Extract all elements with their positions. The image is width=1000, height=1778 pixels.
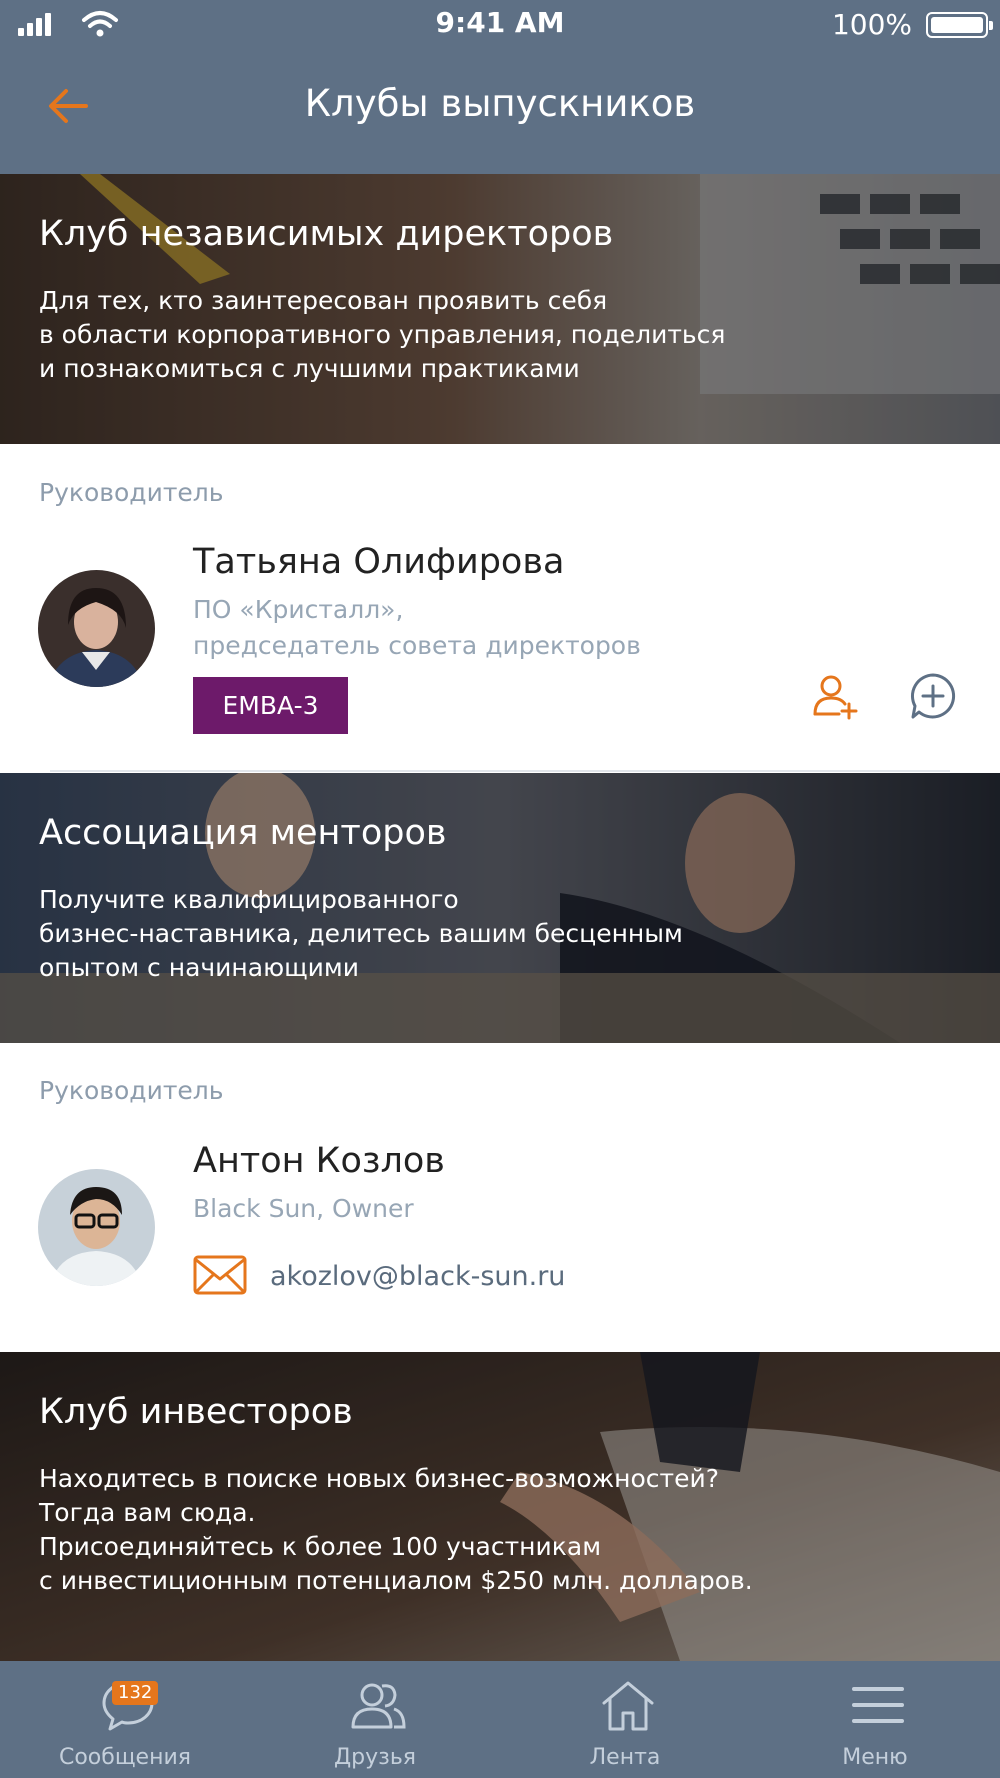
new-message-icon[interactable] [909, 672, 957, 720]
avatar[interactable] [38, 570, 155, 687]
battery-percent: 100% [831, 8, 912, 41]
tab-friends[interactable]: Друзья [250, 1661, 500, 1778]
hamburger-menu-icon [852, 1687, 904, 1723]
divider [50, 770, 950, 772]
tab-messages[interactable]: 132 Сообщения [0, 1661, 250, 1778]
add-friend-icon[interactable] [811, 672, 859, 720]
leader-email-link[interactable]: akozlov@black-sun.ru [270, 1261, 565, 1292]
club-banner-mentors[interactable]: Ассоциация менторов Получите квалифициро… [0, 773, 1000, 1043]
club-description: Для тех, кто заинтересован проявить себя… [39, 286, 726, 383]
avatar[interactable] [38, 1169, 155, 1286]
page-title: Клубы выпускников [304, 82, 696, 125]
email-icon [193, 1255, 247, 1295]
unread-count-badge: 132 [112, 1681, 159, 1705]
club-title: Клуб независимых директоров [39, 214, 614, 254]
club-banner-directors[interactable]: Клуб независимых директоров Для тех, кто… [0, 174, 1000, 444]
tab-feed[interactable]: Лента [500, 1661, 750, 1778]
battery-icon [926, 12, 993, 38]
leader-section-mentors: Руководитель Антон Козлов Black Sun, Own… [0, 1043, 1000, 1352]
top-bar: 9:41 AM 100% Клубы выпускников [0, 0, 1000, 174]
club-banner-investors[interactable]: Клуб инвесторов Находитесь в поиске новы… [0, 1352, 1000, 1661]
tab-label: Друзья [333, 1745, 417, 1770]
leader-section-directors: Руководитель Татьяна Олифирова ПО «Крист… [0, 444, 1000, 773]
leader-label: Руководитель [39, 478, 224, 507]
friends-icon [351, 1683, 406, 1729]
leader-name[interactable]: Татьяна Олифирова [193, 542, 564, 582]
tab-label: Меню [842, 1745, 908, 1770]
program-badge: EMBA-3 [193, 677, 348, 734]
club-description: Получите квалифицированного бизнес-наста… [39, 885, 683, 982]
leader-position: ПО «Кристалл», председатель совета дирек… [193, 595, 641, 660]
leader-label: Руководитель [39, 1076, 224, 1105]
club-title: Ассоциация менторов [39, 813, 447, 853]
bottom-tab-bar: 132 Сообщения Друзья Лента Меню [0, 1661, 1000, 1778]
leader-name[interactable]: Антон Козлов [193, 1141, 445, 1181]
club-description: Находитесь в поиске новых бизнес-возможн… [39, 1464, 753, 1595]
tab-label: Лента [589, 1745, 661, 1770]
home-icon [602, 1681, 654, 1731]
leader-position: Black Sun, Owner [193, 1194, 414, 1223]
club-title: Клуб инвесторов [39, 1392, 353, 1432]
tab-label: Сообщения [58, 1745, 192, 1770]
status-bar: 9:41 AM 100% [0, 0, 1000, 50]
tab-menu[interactable]: Меню [750, 1661, 1000, 1778]
